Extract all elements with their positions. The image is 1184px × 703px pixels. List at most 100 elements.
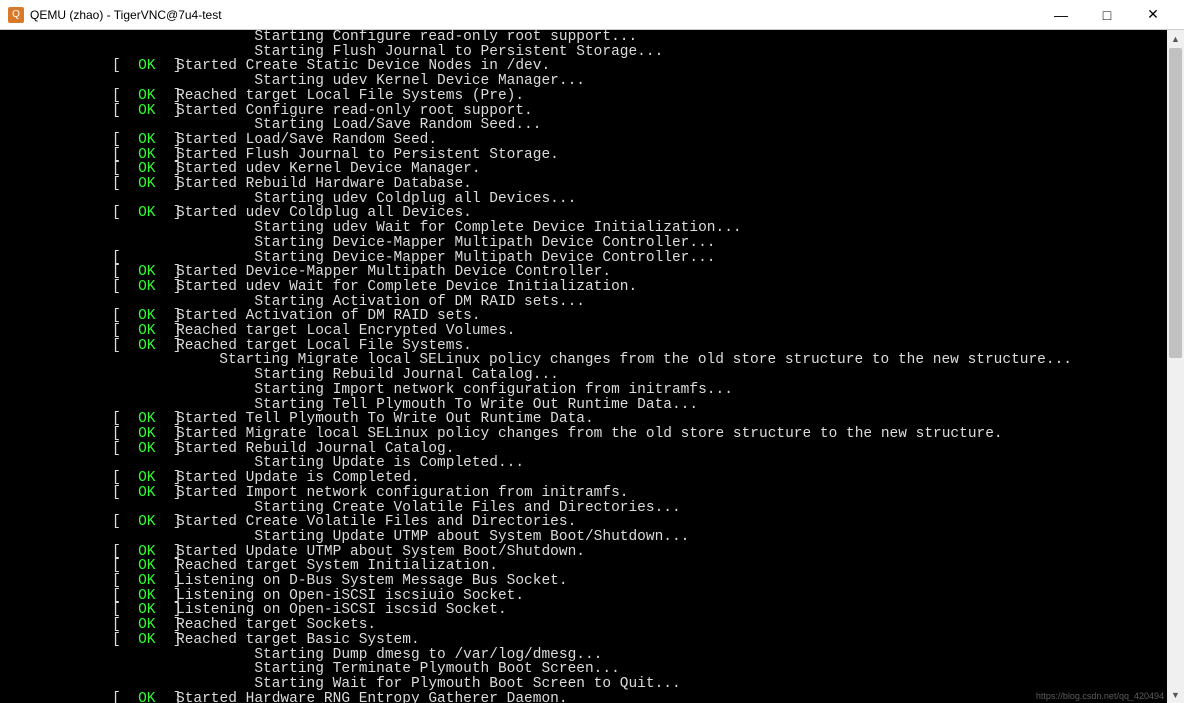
message-text: Starting Configure read-only root suppor… (176, 30, 637, 45)
boot-line: Starting Dump dmesg to /var/log/dmesg... (112, 648, 1072, 663)
message-text: Starting Dump dmesg to /var/log/dmesg... (176, 648, 602, 663)
boot-line: [ OK ] Started Import network configurat… (112, 486, 1072, 501)
status-col (112, 677, 176, 692)
message-text: Reached target Basic System. (176, 633, 420, 648)
status-col (112, 295, 176, 310)
status-col: [ OK ] (112, 603, 176, 618)
status-col (112, 456, 176, 471)
boot-line: Starting udev Kernel Device Manager... (112, 74, 1072, 89)
status-col (112, 501, 176, 516)
message-text: Started Migrate local SELinux policy cha… (176, 427, 1003, 442)
message-text: Starting Import network configuration fr… (176, 383, 733, 398)
watermark-text: https://blog.csdn.net/qq_420494 (1036, 691, 1164, 701)
status-col: [ (112, 251, 176, 266)
boot-line: [ OK ] Started Update is Completed. (112, 471, 1072, 486)
boot-line: [ OK ] Started Update UTMP about System … (112, 545, 1072, 560)
boot-line: [ OK ] Started Flush Journal to Persiste… (112, 148, 1072, 163)
boot-line: Starting Create Volatile Files and Direc… (112, 501, 1072, 516)
boot-line: Starting Flush Journal to Persistent Sto… (112, 45, 1072, 60)
message-text: Started Update UTMP about System Boot/Sh… (176, 545, 585, 560)
status-col (112, 45, 176, 60)
boot-line: [ OK ] Started Tell Plymouth To Write Ou… (112, 412, 1072, 427)
boot-line: Starting Tell Plymouth To Write Out Runt… (112, 398, 1072, 413)
message-text: Starting udev Wait for Complete Device I… (176, 221, 742, 236)
message-text: Started Import network configuration fro… (176, 486, 628, 501)
message-text: Starting Wait for Plymouth Boot Screen t… (176, 677, 681, 692)
status-col: [ OK ] (112, 89, 176, 104)
status-col: [ OK ] (112, 148, 176, 163)
scroll-down-button[interactable]: ▼ (1167, 686, 1184, 703)
boot-line: Starting Activation of DM RAID sets... (112, 295, 1072, 310)
status-col: [ OK ] (112, 324, 176, 339)
vertical-scrollbar[interactable]: ▲ ▼ (1167, 30, 1184, 703)
status-col: [ OK ] (112, 618, 176, 633)
boot-line: [ OK ] Reached target Local File Systems… (112, 89, 1072, 104)
message-text: Starting Device-Mapper Multipath Device … (176, 236, 716, 251)
scroll-thumb[interactable] (1169, 48, 1182, 358)
close-button[interactable]: ✕ (1130, 0, 1176, 30)
message-text: Starting Activation of DM RAID sets... (176, 295, 585, 310)
boot-line: [ OK ] Reached target System Initializat… (112, 559, 1072, 574)
message-text: Starting Update UTMP about System Boot/S… (176, 530, 689, 545)
status-col: [ OK ] (112, 633, 176, 648)
status-col: [ OK ] (112, 162, 176, 177)
message-text: Reached target Local File Systems. (176, 339, 472, 354)
boot-line: [ OK ] Started udev Wait for Complete De… (112, 280, 1072, 295)
status-col: [ OK ] (112, 545, 176, 560)
boot-line: [ OK ] Started udev Coldplug all Devices… (112, 206, 1072, 221)
message-text: Listening on Open-iSCSI iscsid Socket. (176, 603, 507, 618)
boot-line: Starting Terminate Plymouth Boot Screen.… (112, 662, 1072, 677)
message-text: Starting Device-Mapper Multipath Device … (176, 251, 716, 266)
boot-line: [ OK ] Reached target Local File Systems… (112, 339, 1072, 354)
boot-line: [ OK ] Started Device-Mapper Multipath D… (112, 265, 1072, 280)
status-col (112, 530, 176, 545)
message-text: Started udev Kernel Device Manager. (176, 162, 481, 177)
titlebar[interactable]: Q QEMU (zhao) - TigerVNC@7u4-test ― □ ✕ (0, 0, 1184, 30)
boot-line: [ OK ] Reached target Sockets. (112, 618, 1072, 633)
message-text: Started Tell Plymouth To Write Out Runti… (176, 412, 594, 427)
boot-line: Starting Device-Mapper Multipath Device … (112, 236, 1072, 251)
message-text: Starting Tell Plymouth To Write Out Runt… (176, 398, 698, 413)
status-col (112, 662, 176, 677)
status-col: [ OK ] (112, 692, 176, 703)
boot-line: [ OK ] Listening on D-Bus System Message… (112, 574, 1072, 589)
message-text: Started Rebuild Journal Catalog. (176, 442, 454, 457)
message-text: Listening on Open-iSCSI iscsiuio Socket. (176, 589, 524, 604)
status-col: [ OK ] (112, 574, 176, 589)
status-col: [ OK ] (112, 515, 176, 530)
app-icon: Q (8, 7, 24, 23)
status-col (112, 236, 176, 251)
terminal-output: Starting Configure read-only root suppor… (112, 30, 1072, 703)
message-text: Started udev Wait for Complete Device In… (176, 280, 637, 295)
status-col: [ OK ] (112, 559, 176, 574)
status-col: [ OK ] (112, 104, 176, 119)
status-col (112, 221, 176, 236)
message-text: Listening on D-Bus System Message Bus So… (176, 574, 568, 589)
message-text: Started udev Coldplug all Devices. (176, 206, 472, 221)
status-col (112, 368, 176, 383)
status-col: [ OK ] (112, 486, 176, 501)
boot-line: [ OK ] Started Rebuild Journal Catalog. (112, 442, 1072, 457)
message-text: Reached target Local File Systems (Pre). (176, 89, 524, 104)
boot-line: [ OK ] Started Load/Save Random Seed. (112, 133, 1072, 148)
client-area: Starting Configure read-only root suppor… (0, 30, 1184, 703)
status-col: [ OK ] (112, 471, 176, 486)
boot-line: [ OK ] Started Configure read-only root … (112, 104, 1072, 119)
boot-line: [ OK ] Started Create Static Device Node… (112, 59, 1072, 74)
minimize-button[interactable]: ― (1038, 0, 1084, 30)
message-text: Starting Migrate local SELinux policy ch… (141, 353, 1072, 368)
boot-line: Starting Update is Completed... (112, 456, 1072, 471)
boot-line: Starting udev Wait for Complete Device I… (112, 221, 1072, 236)
status-col (112, 398, 176, 413)
scroll-up-button[interactable]: ▲ (1167, 30, 1184, 47)
boot-line: [ Starting Device-Mapper Multipath Devic… (112, 251, 1072, 266)
boot-line: [ OK ] Listening on Open-iSCSI iscsiuio … (112, 589, 1072, 604)
boot-line: [ OK ] Reached target Basic System. (112, 633, 1072, 648)
maximize-button[interactable]: □ (1084, 0, 1130, 30)
boot-line: [ OK ] Started Migrate local SELinux pol… (112, 427, 1072, 442)
message-text: Started Flush Journal to Persistent Stor… (176, 148, 559, 163)
window-controls: ― □ ✕ (1038, 0, 1176, 30)
boot-line: Starting Wait for Plymouth Boot Screen t… (112, 677, 1072, 692)
status-col: [ OK ] (112, 412, 176, 427)
status-col (112, 192, 176, 207)
